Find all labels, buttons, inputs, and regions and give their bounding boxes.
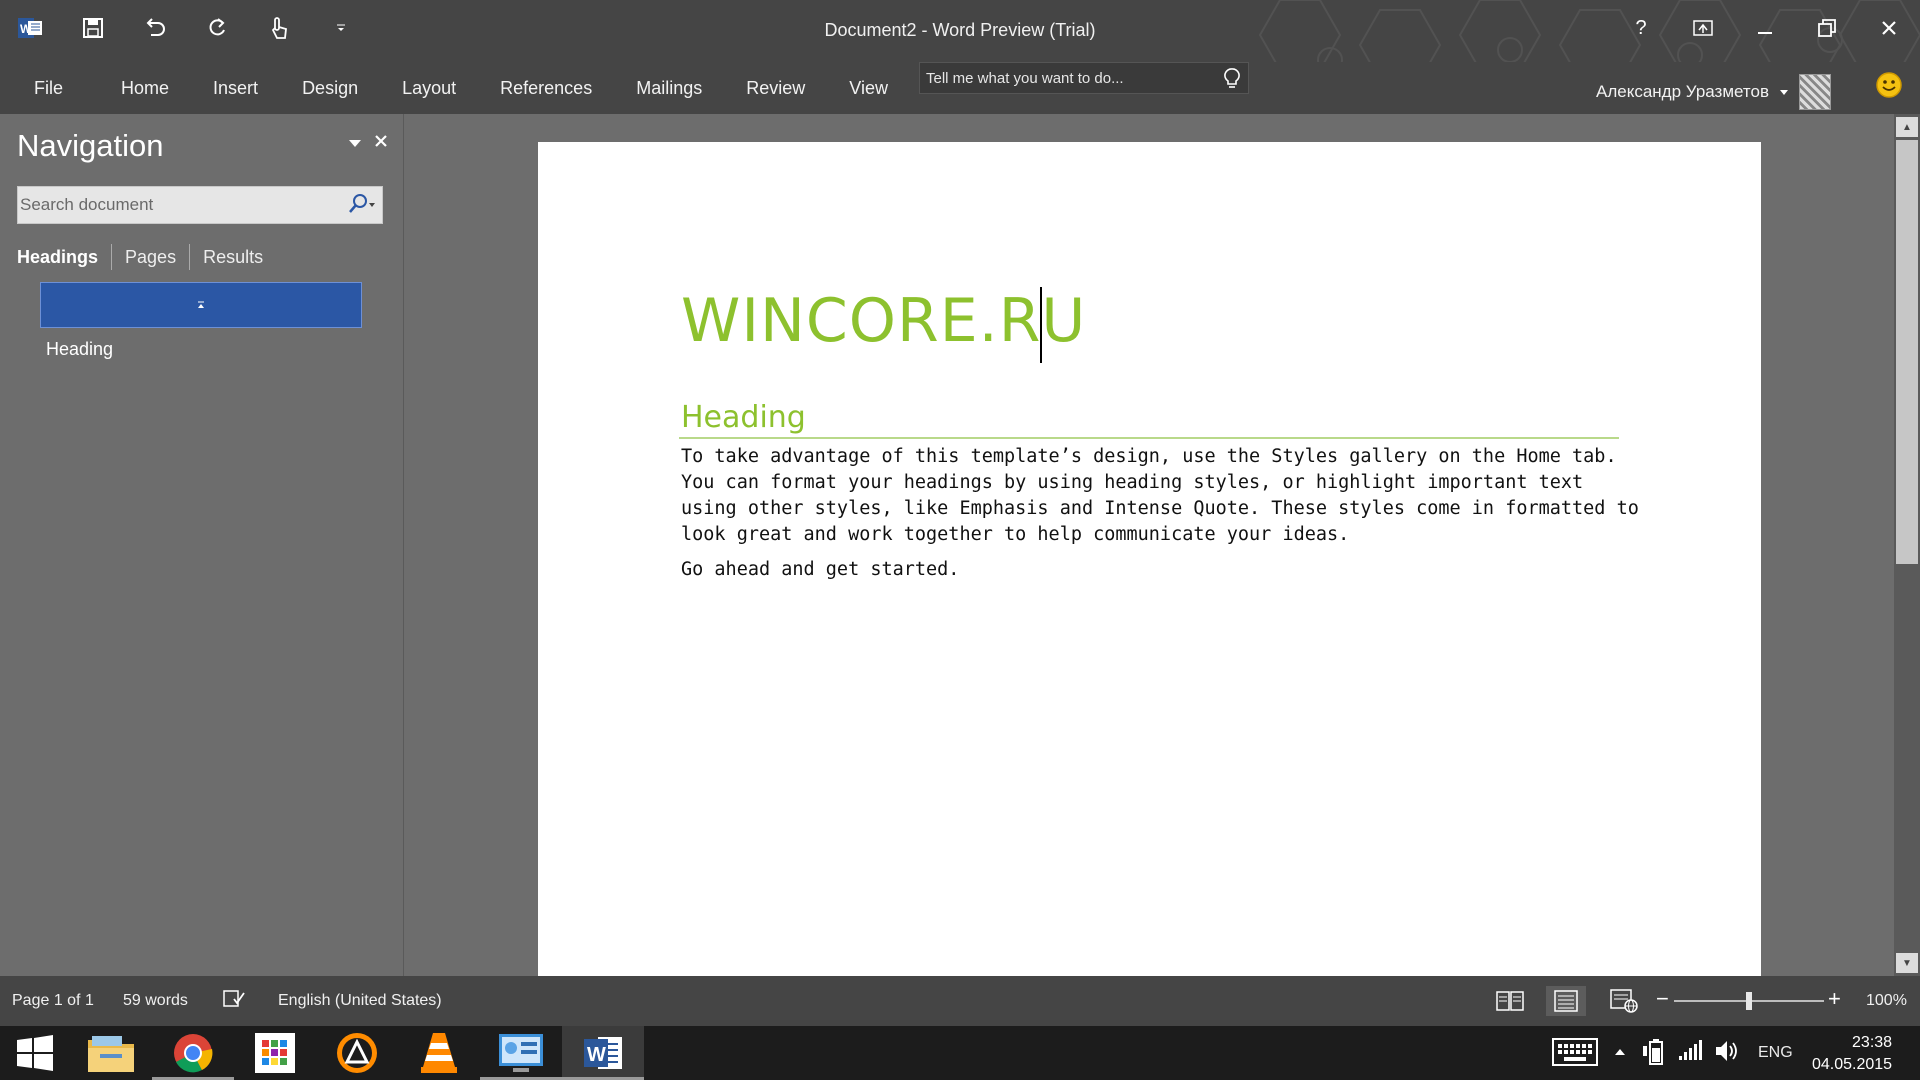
file-explorer-icon[interactable]: [70, 1026, 152, 1080]
word-count[interactable]: 59 words: [123, 992, 188, 1010]
store-apps-icon[interactable]: [234, 1026, 316, 1080]
web-layout-icon[interactable]: [1604, 986, 1644, 1016]
vlc-icon[interactable]: [398, 1026, 480, 1080]
chrome-icon[interactable]: [152, 1026, 234, 1080]
aimp-icon[interactable]: [316, 1026, 398, 1080]
network-signal-icon[interactable]: [1678, 1040, 1702, 1066]
heading-list-item[interactable]: Heading: [46, 339, 113, 360]
document-page[interactable]: WINCORE.RU Heading To take advantage of …: [538, 142, 1761, 976]
scroll-thumb[interactable]: [1896, 140, 1918, 564]
scroll-up-icon[interactable]: ▲: [1896, 117, 1918, 137]
help-button[interactable]: ?: [1610, 8, 1672, 48]
restore-icon[interactable]: [1796, 8, 1858, 48]
navigation-pane-controls: [348, 134, 388, 153]
selected-heading-item[interactable]: [40, 282, 362, 328]
body-paragraph-2[interactable]: Go ahead and get started.: [681, 559, 959, 580]
tell-me-input[interactable]: [920, 63, 1210, 93]
input-language[interactable]: ENG: [1758, 1044, 1793, 1062]
read-mode-icon[interactable]: [1490, 986, 1530, 1016]
tell-me-box: [919, 62, 1249, 94]
scroll-down-icon[interactable]: ▼: [1896, 953, 1918, 973]
user-name: Александр Уразметов: [1596, 82, 1769, 101]
tab-layout[interactable]: Layout: [380, 78, 478, 99]
lightbulb-icon: [1224, 68, 1240, 95]
zoom-out-icon[interactable]: −: [1656, 986, 1669, 1012]
zoom-level[interactable]: 100%: [1866, 992, 1907, 1010]
smiley-feedback-icon[interactable]: [1875, 71, 1903, 104]
navigation-tabs: Headings Pages Results: [17, 244, 276, 270]
ribbon-display-options-icon[interactable]: [1672, 8, 1734, 48]
battery-icon[interactable]: [1642, 1038, 1666, 1070]
tab-home[interactable]: Home: [99, 78, 191, 99]
touch-keyboard-icon[interactable]: [1552, 1038, 1598, 1070]
window-controls: ?: [1610, 8, 1920, 48]
show-hidden-icons-icon[interactable]: [1614, 1044, 1626, 1061]
tab-references[interactable]: References: [478, 78, 614, 99]
avatar: [1799, 74, 1831, 110]
title-bar: W Document2 - Word Preview (Trial) ?: [0, 0, 1920, 62]
start-icon[interactable]: [0, 1026, 70, 1080]
tab-review[interactable]: Review: [724, 78, 827, 99]
tab-view[interactable]: View: [827, 78, 910, 99]
search-icon[interactable]: [348, 193, 376, 215]
ribbon-tabs: File Home Insert Design Layout Reference…: [0, 62, 910, 114]
vertical-scrollbar[interactable]: ▲ ▼: [1894, 114, 1920, 976]
control-panel-icon[interactable]: [480, 1026, 562, 1080]
tab-results[interactable]: Results: [189, 244, 276, 270]
text-cursor: [1040, 287, 1042, 363]
navigation-pane: Navigation Headings Pages Results Headin…: [0, 114, 404, 976]
zoom-slider-thumb[interactable]: [1746, 992, 1752, 1010]
system-clock[interactable]: 23:38 04.05.2015: [1812, 1032, 1892, 1076]
status-bar: Page 1 of 1 59 words English (United Sta…: [0, 976, 1920, 1026]
tab-insert[interactable]: Insert: [191, 78, 280, 99]
clock-date: 04.05.2015: [1812, 1056, 1893, 1073]
minimize-icon[interactable]: [1734, 8, 1796, 48]
tab-pages[interactable]: Pages: [111, 244, 189, 270]
tab-headings[interactable]: Headings: [17, 244, 111, 270]
svg-text:W: W: [587, 1044, 606, 1066]
proofing-icon[interactable]: [223, 989, 245, 1014]
taskbar: W ENG 23:38 04.05.2015: [0, 1026, 1920, 1080]
document-canvas: WINCORE.RU Heading To take advantage of …: [405, 114, 1894, 976]
heading-underline: [679, 437, 1619, 439]
account-dropdown-icon: [1779, 83, 1789, 101]
search-document-box: [17, 186, 383, 224]
navigation-title: Navigation: [17, 128, 164, 163]
volume-icon[interactable]: [1714, 1038, 1740, 1068]
close-icon[interactable]: [1858, 8, 1920, 48]
close-pane-icon[interactable]: [374, 134, 388, 153]
user-account[interactable]: Александр Уразметов: [1596, 74, 1831, 110]
zoom-in-icon[interactable]: +: [1828, 986, 1841, 1012]
word-icon[interactable]: W: [562, 1026, 644, 1080]
print-layout-icon[interactable]: [1546, 986, 1586, 1016]
body-paragraph[interactable]: To take advantage of this template’s des…: [681, 444, 1641, 548]
document-title[interactable]: WINCORE.RU: [681, 286, 1086, 356]
ribbon-tabs-bar: File Home Insert Design Layout Reference…: [0, 62, 1920, 114]
document-heading[interactable]: Heading: [681, 400, 806, 435]
collapse-icon[interactable]: [197, 296, 205, 314]
language-status[interactable]: English (United States): [278, 992, 442, 1010]
clock-time: 23:38: [1852, 1034, 1893, 1051]
tab-design[interactable]: Design: [280, 78, 380, 99]
page-count[interactable]: Page 1 of 1: [12, 992, 94, 1010]
search-document-input[interactable]: [18, 187, 338, 223]
pane-options-icon[interactable]: [348, 135, 362, 153]
tab-file[interactable]: File: [0, 78, 99, 99]
tab-mailings[interactable]: Mailings: [614, 78, 724, 99]
